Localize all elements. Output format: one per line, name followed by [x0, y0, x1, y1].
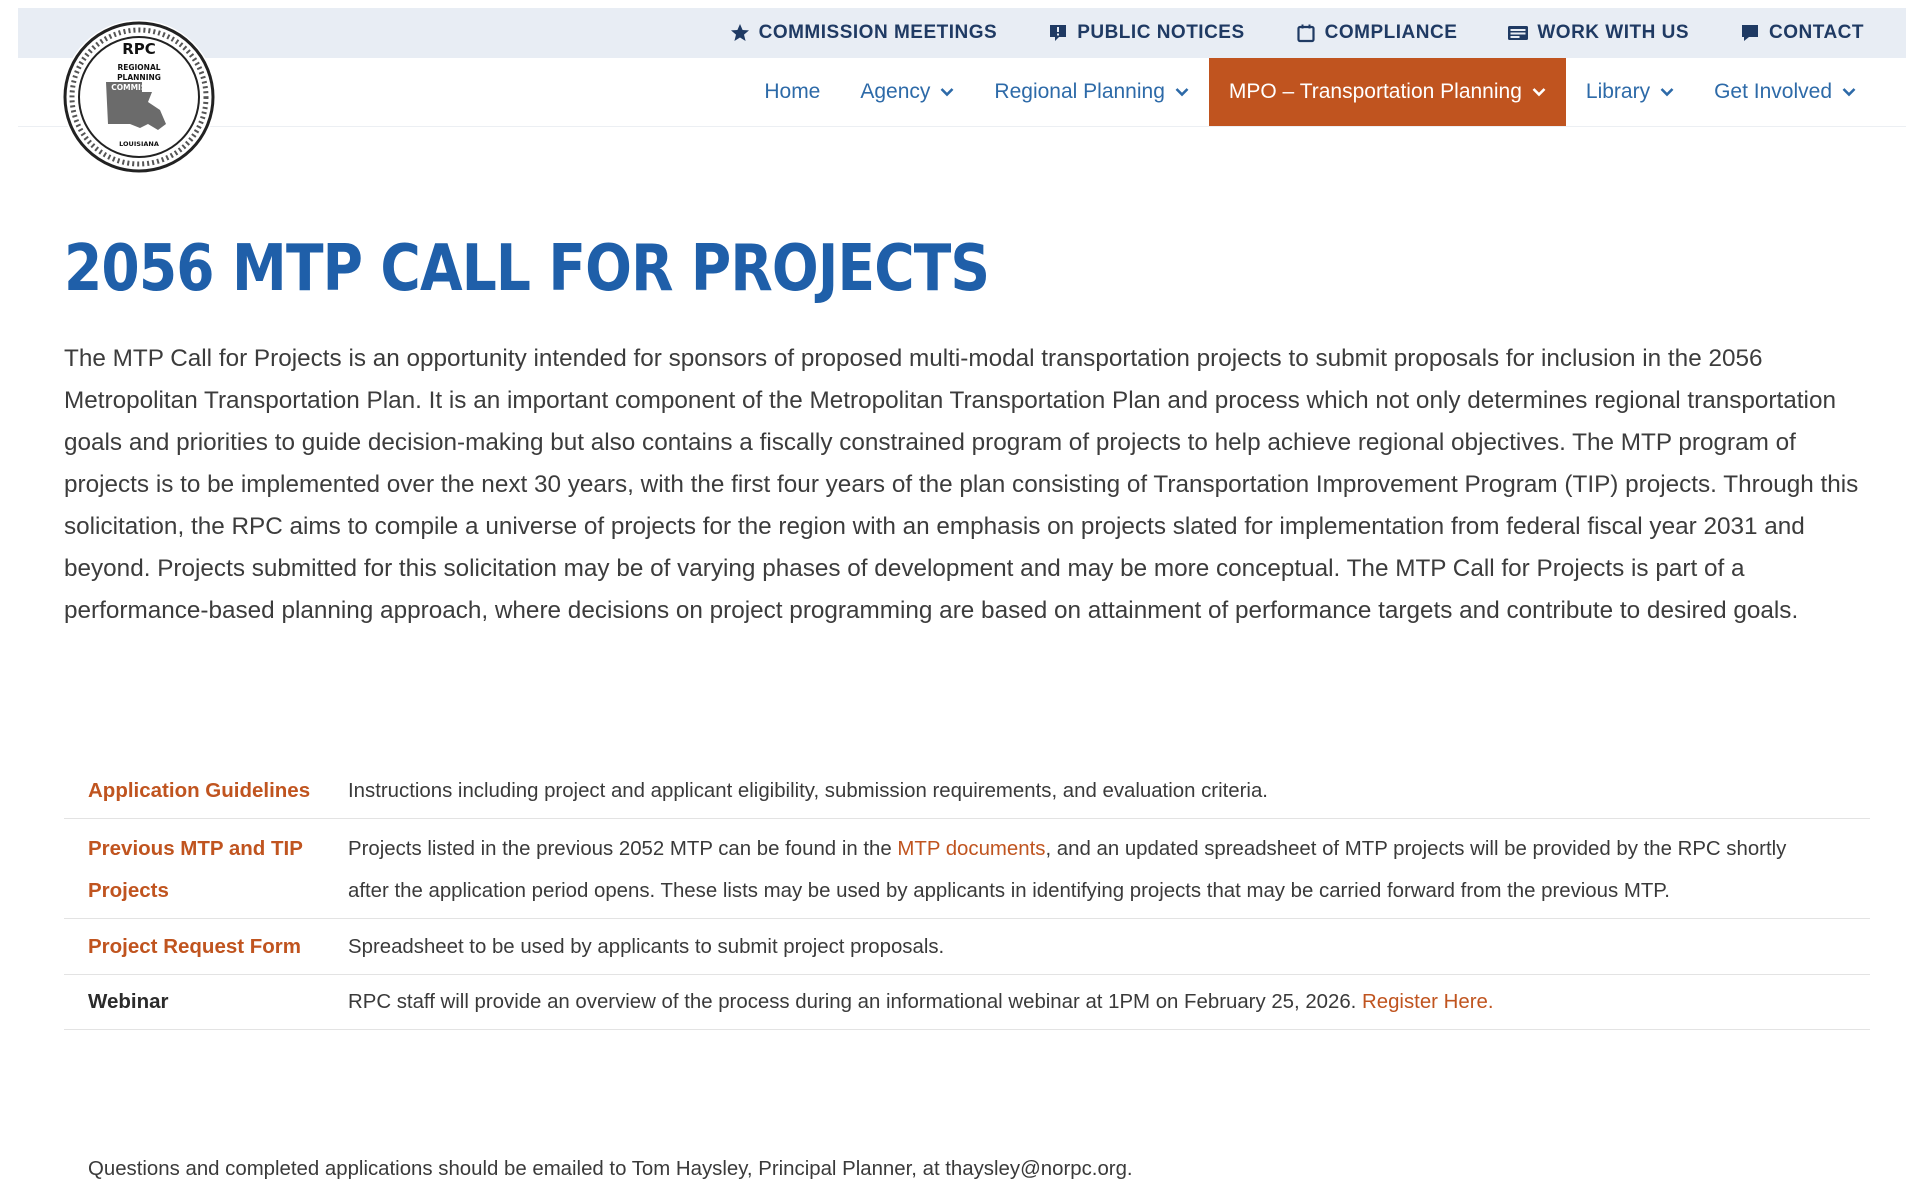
row-description: RPC staff will provide an overview of th…	[348, 975, 1870, 1030]
page-title: 2056 MTP CALL FOR PROJECTS	[64, 232, 990, 306]
svg-text:LOUISIANA: LOUISIANA	[119, 140, 159, 148]
utility-link-label: WORK WITH US	[1537, 22, 1690, 43]
row-description: Instructions including project and appli…	[348, 780, 1268, 802]
calendar-icon	[1295, 22, 1317, 44]
nav-item-library[interactable]: Library	[1566, 58, 1694, 126]
site-header: COMMISSION MEETINGS PUBLIC NOTICES COMPL…	[18, 8, 1906, 127]
svg-text:REGIONAL: REGIONAL	[117, 63, 160, 72]
rpc-logo[interactable]: RPC REGIONAL PLANNING COMMISSION LOUISIA…	[62, 20, 216, 174]
utility-link-label: COMMISSION MEETINGS	[758, 22, 998, 43]
svg-text:PLANNING: PLANNING	[117, 73, 161, 82]
table-row: Project Request Form Spreadsheet to be u…	[64, 919, 1870, 975]
application-guidelines-link[interactable]: Application Guidelines	[64, 762, 348, 819]
nav-item-label: Library	[1585, 80, 1651, 103]
nav-item-label: MPO – Transportation Planning	[1228, 80, 1522, 103]
svg-text:RPC: RPC	[122, 40, 156, 58]
register-here-link[interactable]: Register Here.	[1362, 991, 1493, 1013]
utility-link-compliance[interactable]: COMPLIANCE	[1295, 22, 1458, 44]
utility-link-label: PUBLIC NOTICES	[1077, 22, 1245, 43]
row-description-text: Projects listed in the previous 2052 MTP…	[348, 838, 898, 860]
row-description: Spreadsheet to be used by applicants to …	[348, 936, 945, 958]
main-nav: Home Agency Regional Planning MPO – Tran…	[18, 58, 1906, 127]
utility-link-label: COMPLIANCE	[1324, 22, 1458, 43]
megaphone-icon	[1047, 22, 1069, 44]
row-description-text: RPC staff will provide an overview of th…	[348, 991, 1363, 1013]
nav-item-regional-planning[interactable]: Regional Planning	[974, 58, 1208, 126]
nav-item-get-involved[interactable]: Get Involved	[1694, 58, 1876, 126]
chevron-down-icon	[1842, 87, 1856, 97]
contact-line: Questions and completed applications sho…	[88, 1158, 1133, 1180]
id-card-icon	[1507, 22, 1529, 44]
nav-item-home[interactable]: Home	[744, 58, 840, 126]
previous-mtp-tip-projects-link[interactable]: Previous MTP and TIP Projects	[64, 819, 348, 919]
nav-item-mpo-transportation-planning[interactable]: MPO – Transportation Planning	[1208, 58, 1566, 126]
mtp-documents-link[interactable]: MTP documents	[897, 838, 1045, 860]
call-for-projects-table: Application Guidelines Instructions incl…	[64, 762, 1870, 1030]
chevron-down-icon	[1175, 87, 1189, 97]
utility-link-label: CONTACT	[1769, 22, 1864, 43]
utility-link-contact[interactable]: CONTACT	[1739, 22, 1864, 44]
intro-paragraph: The MTP Call for Projects is an opportun…	[64, 345, 1859, 624]
utility-link-public-notices[interactable]: PUBLIC NOTICES	[1047, 22, 1244, 44]
utility-link-work-with-us[interactable]: WORK WITH US	[1507, 22, 1689, 44]
table-row: Webinar RPC staff will provide an overvi…	[64, 975, 1870, 1030]
nav-item-agency[interactable]: Agency	[840, 58, 974, 126]
utility-bar: COMMISSION MEETINGS PUBLIC NOTICES COMPL…	[18, 8, 1906, 58]
svg-text:COMMISSION: COMMISSION	[111, 83, 167, 92]
table-row: Application Guidelines Instructions incl…	[64, 762, 1870, 819]
utility-link-commission-meetings[interactable]: COMMISSION MEETINGS	[729, 22, 998, 44]
star-icon	[729, 22, 751, 44]
nav-item-label: Get Involved	[1714, 80, 1832, 103]
webinar-label: Webinar	[88, 990, 169, 1013]
chevron-down-icon	[1532, 87, 1546, 97]
nav-item-label: Regional Planning	[994, 80, 1165, 103]
row-description: Projects listed in the previous 2052 MTP…	[348, 819, 1870, 919]
chevron-down-icon	[940, 87, 954, 97]
table-row: Previous MTP and TIP Projects Projects l…	[64, 819, 1870, 919]
nav-item-label: Agency	[860, 80, 931, 103]
project-request-form-link[interactable]: Project Request Form	[64, 919, 348, 975]
nav-item-label: Home	[764, 80, 821, 103]
chat-bubble-icon	[1739, 22, 1761, 44]
chevron-down-icon	[1660, 87, 1674, 97]
